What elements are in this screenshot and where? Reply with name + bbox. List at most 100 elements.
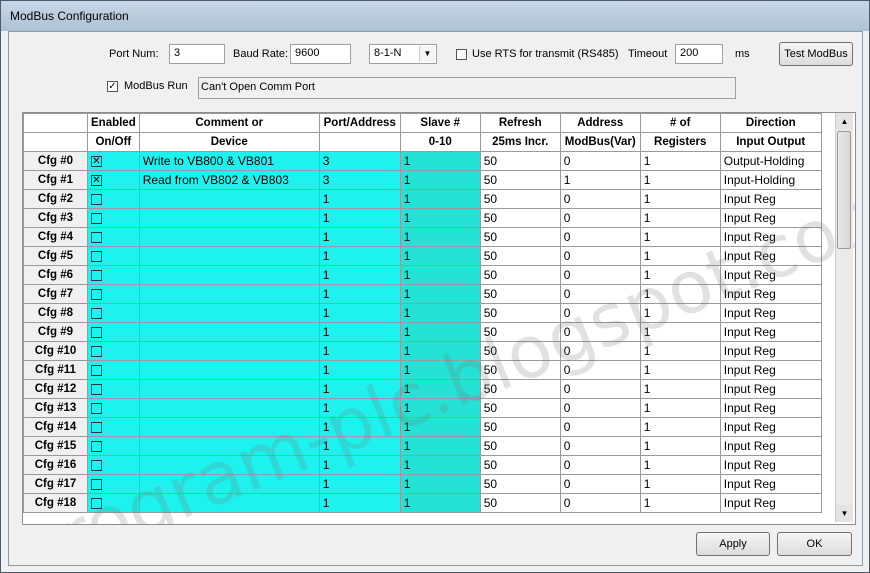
row-header[interactable]: Cfg #6: [23, 265, 88, 285]
enabled-cell[interactable]: [87, 474, 140, 494]
port-cell[interactable]: 1: [318, 341, 401, 361]
ok-button[interactable]: OK: [777, 532, 852, 556]
address-cell[interactable]: 0: [559, 398, 641, 418]
comment-cell[interactable]: [138, 455, 320, 475]
refresh-cell[interactable]: 50: [479, 265, 561, 285]
address-cell[interactable]: 0: [559, 455, 641, 475]
enabled-checkbox[interactable]: [91, 460, 102, 472]
direction-cell[interactable]: Input Reg: [719, 379, 822, 399]
apply-button[interactable]: Apply: [696, 532, 770, 556]
comment-cell[interactable]: [138, 208, 320, 228]
slave-cell[interactable]: 1: [399, 360, 481, 380]
direction-cell[interactable]: Output-Holding: [719, 151, 822, 171]
direction-cell[interactable]: Input Reg: [719, 474, 822, 494]
refresh-cell[interactable]: 50: [479, 398, 561, 418]
slave-cell[interactable]: 1: [399, 227, 481, 247]
address-cell[interactable]: 0: [559, 151, 641, 171]
chevron-down-icon[interactable]: ▼: [419, 46, 435, 62]
enabled-checkbox[interactable]: [91, 270, 102, 282]
registers-cell[interactable]: 1: [639, 398, 721, 418]
refresh-cell[interactable]: 50: [479, 151, 561, 171]
enabled-checkbox[interactable]: [91, 384, 102, 396]
registers-cell[interactable]: 1: [639, 189, 721, 209]
enabled-cell[interactable]: [87, 398, 140, 418]
comment-cell[interactable]: [138, 303, 320, 323]
registers-cell[interactable]: 1: [639, 303, 721, 323]
slave-cell[interactable]: 1: [399, 379, 481, 399]
row-header[interactable]: Cfg #14: [23, 417, 88, 437]
registers-cell[interactable]: 1: [639, 151, 721, 171]
enabled-cell[interactable]: [87, 436, 140, 456]
comment-cell[interactable]: [138, 322, 320, 342]
slave-cell[interactable]: 1: [399, 417, 481, 437]
modbus-run-checkbox[interactable]: ✓: [107, 81, 118, 92]
comment-cell[interactable]: Write to VB800 & VB801: [138, 151, 320, 171]
address-cell[interactable]: 0: [559, 436, 641, 456]
comment-cell[interactable]: [138, 398, 320, 418]
enabled-cell[interactable]: [87, 455, 140, 475]
row-header[interactable]: Cfg #0: [23, 151, 88, 171]
registers-cell[interactable]: 1: [639, 322, 721, 342]
row-header[interactable]: Cfg #17: [23, 474, 88, 494]
direction-cell[interactable]: Input Reg: [719, 398, 822, 418]
refresh-cell[interactable]: 50: [479, 189, 561, 209]
row-header[interactable]: Cfg #11: [23, 360, 88, 380]
address-cell[interactable]: 0: [559, 360, 641, 380]
direction-cell[interactable]: Input Reg: [719, 246, 822, 266]
port-cell[interactable]: 1: [318, 284, 401, 304]
enabled-checkbox[interactable]: [91, 232, 102, 244]
slave-cell[interactable]: 1: [399, 189, 481, 209]
slave-cell[interactable]: 1: [399, 246, 481, 266]
row-header[interactable]: Cfg #15: [23, 436, 88, 456]
row-header[interactable]: Cfg #2: [23, 189, 88, 209]
refresh-cell[interactable]: 50: [479, 436, 561, 456]
comment-cell[interactable]: [138, 360, 320, 380]
enabled-checkbox[interactable]: [91, 403, 102, 415]
enabled-checkbox[interactable]: [91, 251, 102, 263]
address-cell[interactable]: 0: [559, 379, 641, 399]
direction-cell[interactable]: Input Reg: [719, 227, 822, 247]
direction-cell[interactable]: Input Reg: [719, 493, 822, 513]
refresh-cell[interactable]: 50: [479, 284, 561, 304]
enabled-checkbox[interactable]: [91, 289, 102, 301]
row-header[interactable]: Cfg #16: [23, 455, 88, 475]
row-header[interactable]: Cfg #18: [23, 493, 88, 513]
refresh-cell[interactable]: 50: [479, 303, 561, 323]
comment-cell[interactable]: [138, 265, 320, 285]
refresh-cell[interactable]: 50: [479, 379, 561, 399]
port-cell[interactable]: 3: [318, 151, 401, 171]
enabled-checkbox[interactable]: [91, 346, 102, 358]
slave-cell[interactable]: 1: [399, 455, 481, 475]
enabled-checkbox[interactable]: ✕: [91, 156, 102, 168]
enabled-checkbox[interactable]: [91, 365, 102, 377]
comment-cell[interactable]: [138, 284, 320, 304]
registers-cell[interactable]: 1: [639, 341, 721, 361]
port-cell[interactable]: 1: [318, 227, 401, 247]
enabled-checkbox[interactable]: [91, 213, 102, 225]
address-cell[interactable]: 0: [559, 265, 641, 285]
slave-cell[interactable]: 1: [399, 474, 481, 494]
port-cell[interactable]: 1: [318, 322, 401, 342]
address-cell[interactable]: 0: [559, 322, 641, 342]
grid-vertical-scrollbar[interactable]: ▲ ▼: [835, 113, 853, 522]
port-cell[interactable]: 1: [318, 398, 401, 418]
enabled-cell[interactable]: [87, 284, 140, 304]
row-header[interactable]: Cfg #9: [23, 322, 88, 342]
registers-cell[interactable]: 1: [639, 360, 721, 380]
row-header[interactable]: Cfg #13: [23, 398, 88, 418]
comment-cell[interactable]: [138, 227, 320, 247]
slave-cell[interactable]: 1: [399, 265, 481, 285]
direction-cell[interactable]: Input Reg: [719, 417, 822, 437]
comment-cell[interactable]: [138, 493, 320, 513]
registers-cell[interactable]: 1: [639, 227, 721, 247]
refresh-cell[interactable]: 50: [479, 474, 561, 494]
comment-cell[interactable]: [138, 474, 320, 494]
row-header[interactable]: Cfg #12: [23, 379, 88, 399]
row-header[interactable]: Cfg #5: [23, 246, 88, 266]
port-cell[interactable]: 1: [318, 436, 401, 456]
port-cell[interactable]: 1: [318, 208, 401, 228]
comment-cell[interactable]: [138, 246, 320, 266]
comment-cell[interactable]: [138, 436, 320, 456]
slave-cell[interactable]: 1: [399, 493, 481, 513]
slave-cell[interactable]: 1: [399, 284, 481, 304]
